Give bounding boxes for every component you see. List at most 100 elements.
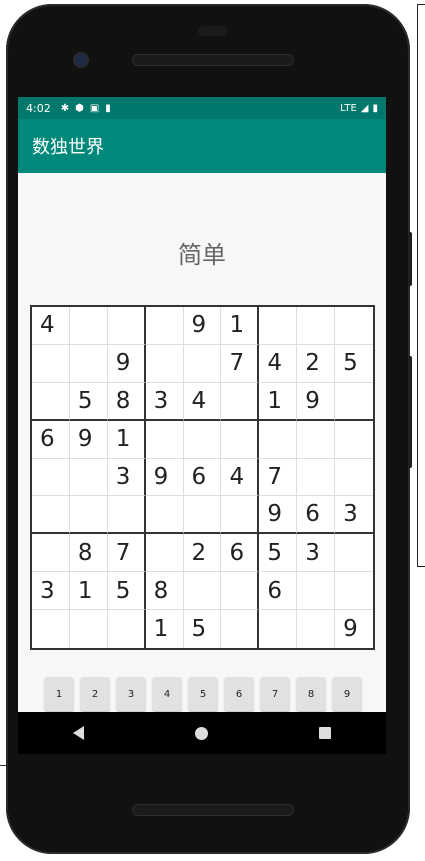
sudoku-cell[interactable]: 1 (259, 382, 298, 421)
sudoku-cell[interactable] (107, 496, 146, 535)
home-icon[interactable] (194, 726, 208, 740)
sudoku-cell[interactable] (221, 382, 260, 421)
battery-icon: ▮ (372, 102, 378, 114)
sudoku-cell[interactable]: 9 (107, 344, 146, 383)
number-key-3[interactable]: 3 (116, 677, 146, 711)
sudoku-cell[interactable]: 6 (221, 534, 260, 573)
sudoku-cell[interactable] (297, 458, 336, 497)
sudoku-cell[interactable] (297, 610, 336, 648)
sudoku-cell[interactable]: 3 (335, 496, 373, 535)
number-key-8[interactable]: 8 (296, 677, 326, 711)
sudoku-cell[interactable]: 6 (183, 458, 222, 497)
sudoku-cell[interactable] (145, 534, 184, 573)
sudoku-cell[interactable] (145, 420, 184, 459)
sudoku-cell[interactable]: 9 (259, 496, 298, 535)
sudoku-cell[interactable]: 7 (259, 458, 298, 497)
sudoku-cell[interactable] (221, 496, 260, 535)
sudoku-cell[interactable] (259, 307, 298, 345)
sudoku-cell[interactable] (221, 572, 260, 611)
number-key-9[interactable]: 9 (332, 677, 362, 711)
number-key-5[interactable]: 5 (188, 677, 218, 711)
sudoku-cell[interactable] (297, 572, 336, 611)
sudoku-cell[interactable]: 5 (184, 610, 222, 648)
sudoku-cell[interactable]: 1 (146, 610, 184, 648)
sudoku-cell[interactable]: 2 (183, 534, 222, 573)
sudoku-cell[interactable] (183, 496, 222, 535)
sudoku-cell[interactable]: 3 (145, 382, 184, 421)
sudoku-cell[interactable]: 7 (107, 534, 146, 573)
sudoku-cell[interactable] (221, 420, 260, 459)
sudoku-cell[interactable] (335, 534, 373, 573)
sudoku-cell[interactable]: 1 (107, 420, 146, 459)
sudoku-cell[interactable] (335, 572, 373, 611)
sudoku-cell[interactable]: 6 (32, 420, 70, 459)
sudoku-cell[interactable]: 9 (183, 307, 222, 345)
sudoku-cell[interactable] (221, 610, 260, 648)
sudoku-cell[interactable]: 9 (69, 420, 108, 459)
number-key-1[interactable]: 1 (44, 677, 74, 711)
sudoku-cell[interactable] (108, 610, 146, 648)
sudoku-cell[interactable] (259, 610, 298, 648)
sudoku-cell[interactable] (297, 420, 336, 459)
sudoku-cell[interactable] (335, 383, 373, 421)
sudoku-cell[interactable]: 9 (145, 458, 184, 497)
sd-card-icon: ▮ (105, 102, 111, 114)
sudoku-cell[interactable] (335, 459, 373, 497)
sudoku-cell[interactable] (69, 496, 108, 535)
sudoku-cell[interactable]: 3 (32, 572, 70, 611)
sudoku-cell[interactable] (297, 307, 336, 345)
back-icon[interactable] (73, 726, 85, 740)
sudoku-cell[interactable]: 9 (335, 610, 373, 648)
sudoku-cell[interactable]: 5 (107, 572, 146, 611)
sudoku-cell[interactable] (69, 307, 108, 345)
number-key-4[interactable]: 4 (152, 677, 182, 711)
sudoku-cell[interactable]: 8 (69, 534, 108, 573)
sudoku-cell[interactable] (32, 344, 70, 383)
notification-icon: ▣ (89, 102, 100, 114)
sudoku-cell[interactable]: 8 (145, 572, 184, 611)
sudoku-cell[interactable] (183, 420, 222, 459)
sudoku-cell[interactable] (145, 344, 184, 383)
sudoku-cell[interactable] (32, 534, 70, 573)
sudoku-cell[interactable]: 4 (259, 344, 298, 383)
sudoku-cell[interactable] (32, 496, 70, 535)
sudoku-cell[interactable]: 3 (107, 458, 146, 497)
number-pad: 123456789 (44, 677, 364, 711)
sudoku-cell[interactable] (70, 610, 108, 648)
number-key-6[interactable]: 6 (224, 677, 254, 711)
sudoku-cell[interactable] (335, 307, 373, 345)
sudoku-cell[interactable]: 1 (69, 572, 108, 611)
sensor-notch (198, 26, 228, 36)
sudoku-cell[interactable] (183, 572, 222, 611)
sudoku-cell[interactable]: 5 (69, 382, 108, 421)
sudoku-cell[interactable]: 2 (297, 344, 336, 383)
sudoku-cell[interactable] (145, 307, 184, 345)
number-key-7[interactable]: 7 (260, 677, 290, 711)
sudoku-cell[interactable] (335, 421, 373, 459)
sudoku-cell[interactable]: 6 (297, 496, 336, 535)
sudoku-cell[interactable]: 4 (221, 458, 260, 497)
sudoku-cell[interactable] (32, 458, 70, 497)
sudoku-cell[interactable]: 5 (259, 534, 298, 573)
sudoku-cell[interactable] (145, 496, 184, 535)
sudoku-cell[interactable]: 3 (297, 534, 336, 573)
sudoku-cell[interactable]: 9 (297, 382, 336, 421)
sudoku-cell[interactable] (32, 610, 70, 648)
app-bar: 数独世界 (18, 119, 386, 173)
sudoku-cell[interactable] (69, 344, 108, 383)
sudoku-cell[interactable]: 6 (259, 572, 298, 611)
sudoku-cell[interactable]: 5 (335, 345, 373, 383)
sudoku-cell[interactable]: 4 (183, 382, 222, 421)
sudoku-cell[interactable] (69, 458, 108, 497)
sudoku-cell[interactable] (183, 344, 222, 383)
sudoku-cell[interactable]: 1 (221, 307, 260, 345)
app-title: 数独世界 (32, 137, 104, 158)
sudoku-cell[interactable] (259, 420, 298, 459)
sudoku-cell[interactable] (32, 382, 70, 421)
sudoku-cell[interactable]: 8 (107, 382, 146, 421)
sudoku-cell[interactable]: 4 (32, 307, 70, 345)
sudoku-cell[interactable] (107, 307, 146, 345)
number-key-2[interactable]: 2 (80, 677, 110, 711)
sudoku-cell[interactable]: 7 (221, 344, 260, 383)
recents-icon[interactable] (318, 727, 331, 739)
